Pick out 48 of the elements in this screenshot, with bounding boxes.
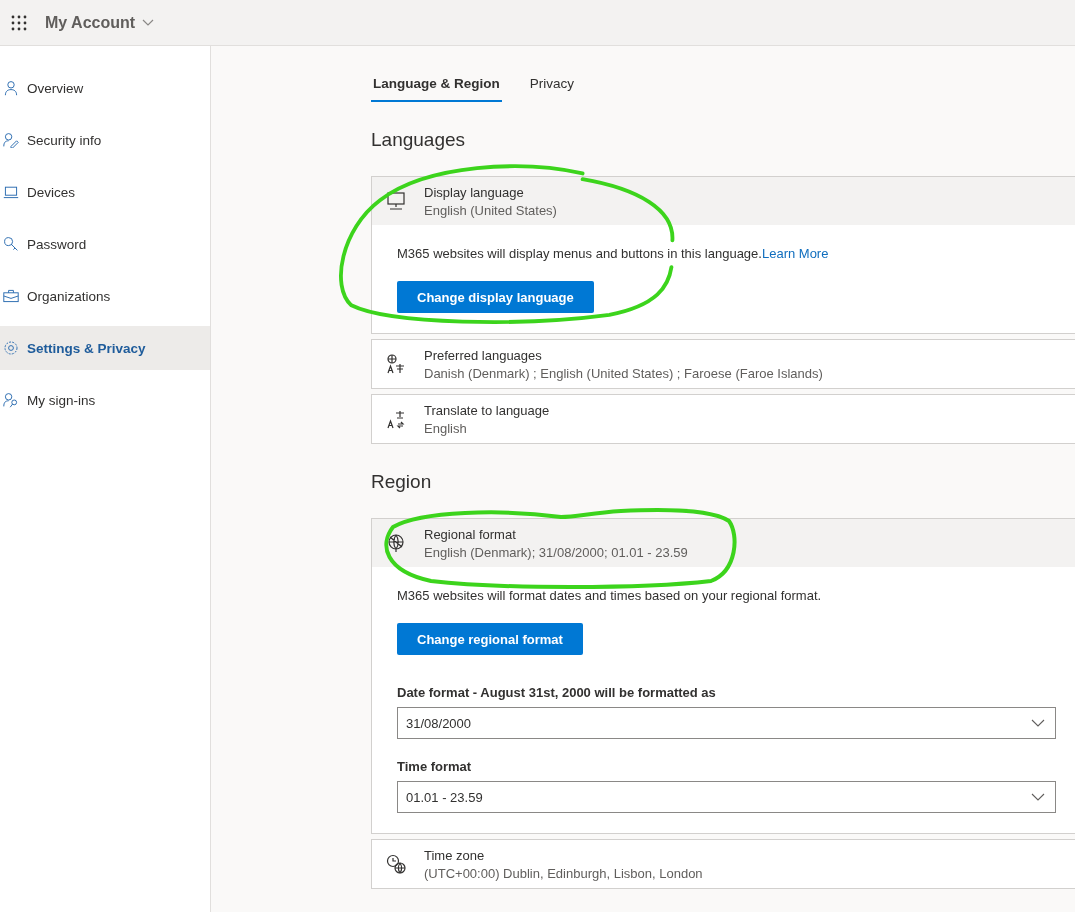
setting-value: English (United States) [424,202,557,218]
setting-title: Display language [424,184,525,200]
setting-value: Danish (Denmark) ; English (United States) ; Faroese (Faroe Islands) [424,365,823,381]
globe-translate-icon [386,354,406,374]
section-heading: Region [371,471,433,493]
setting-title: Preferred languages [424,347,543,363]
gear-icon [3,340,19,356]
sidebar-item[interactable]: Devices [0,170,210,214]
setting-title: Time zone [424,847,486,863]
account-menu-button[interactable]: My Account [45,13,155,32]
tab[interactable]: Privacy [527,66,577,102]
briefcase-icon [3,288,19,304]
sidebar-item[interactable]: Organizations [0,274,210,318]
setting-title: Translate to language [424,402,550,418]
setting-description: M365 websites will display menus and buttons in this language.Learn More [397,246,830,261]
format-dropdown[interactable]: 31/08/2000 [397,707,1056,739]
sidebar-item[interactable]: Overview [0,66,210,110]
sidebar-item[interactable]: Security info [0,118,210,162]
monitor-icon [386,191,406,211]
dropdown-label: Date format - August 31st, 2000 will be formatted as [397,685,717,700]
setting-value: English (Denmark); 31/08/2000; 01.01 - 23.59 [424,544,688,560]
person-key-icon [3,392,19,408]
section-heading: Languages [371,129,467,151]
dropdown-label: Time format [397,759,473,774]
setting-header[interactable]: Display language English (United States) [372,177,1075,225]
translate-icon [386,409,406,429]
sidebar-item[interactable]: My sign-ins [0,378,210,422]
setting-value: English [424,420,468,436]
chevron-down-icon [1031,719,1045,727]
person-icon [3,80,19,96]
learn-more-link[interactable]: Learn More [761,246,829,261]
setting-title: Regional format [424,526,517,542]
person-pen-icon [3,132,19,148]
setting-description: M365 websites will format dates and times based on your regional format. [397,588,823,603]
setting-header[interactable]: Regional format English (Denmark); 31/08/2000; 01.01 - 23.59 [372,519,1075,567]
setting-value: (UTC+00:00) Dublin, Edinburgh, Lisbon, London [424,865,703,881]
change-button[interactable]: Change display language [397,281,594,313]
app-launcher-icon[interactable] [11,14,27,31]
laptop-icon [3,184,19,200]
globe-icon [386,533,406,553]
tab[interactable]: Language & Region [371,66,502,102]
change-button[interactable]: Change regional format [397,623,583,655]
format-dropdown[interactable]: 01.01 - 23.59 [397,781,1056,813]
clock-globe-icon [386,854,406,874]
chevron-down-icon [1031,793,1045,801]
sidebar-item[interactable]: Settings & Privacy [0,326,210,370]
sidebar-item[interactable]: Password [0,222,210,266]
chevron-down-icon [142,18,155,27]
